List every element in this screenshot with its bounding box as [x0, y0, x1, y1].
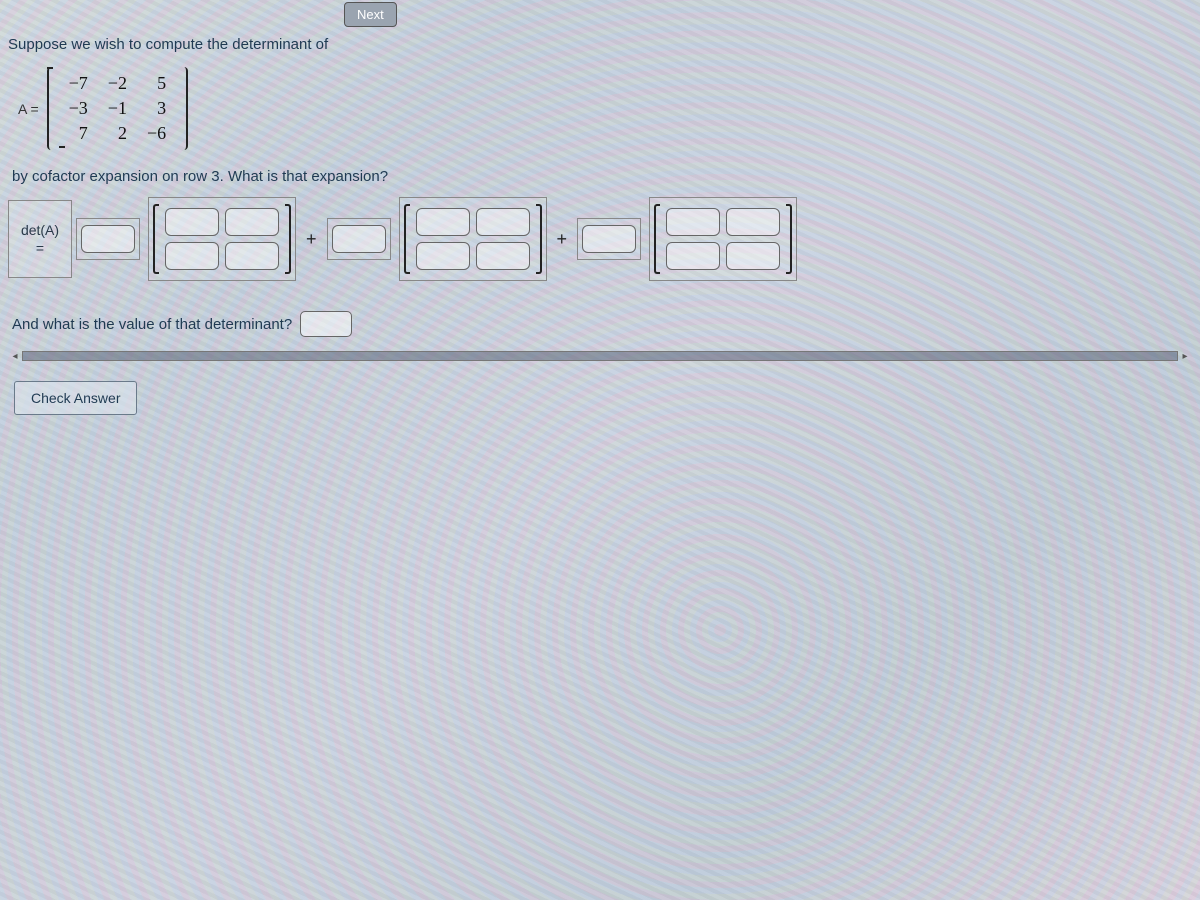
- term-1-minor: [148, 197, 296, 281]
- matrix-A: −7 −2 5 −3 −1 3 7 2 −6: [47, 67, 188, 150]
- det-label-text: det(A): [21, 222, 59, 238]
- scroll-track[interactable]: [22, 351, 1178, 361]
- term-3-minor-cell[interactable]: [726, 208, 780, 236]
- plus-sign: +: [551, 229, 574, 250]
- term-1-minor-cell[interactable]: [225, 242, 279, 270]
- matrix-definition: A = −7 −2 5 −3 −1 3 7 2 −6: [18, 67, 1192, 150]
- next-button[interactable]: Next: [344, 2, 397, 27]
- term-2-minor-cell[interactable]: [416, 242, 470, 270]
- term-3-scalar-input[interactable]: [582, 225, 636, 253]
- matrix-cell: −2: [98, 71, 137, 96]
- term-3-minor-cell[interactable]: [666, 242, 720, 270]
- scroll-left-icon[interactable]: ◂: [8, 349, 22, 363]
- matrix-cell: 7: [59, 121, 98, 146]
- horizontal-scrollbar[interactable]: ◂ ▸: [8, 349, 1192, 363]
- scroll-right-icon[interactable]: ▸: [1178, 349, 1192, 363]
- matrix-cell: −7: [59, 71, 98, 96]
- term-2-minor-cell[interactable]: [476, 242, 530, 270]
- determinant-value-input[interactable]: [300, 311, 352, 337]
- bracket-right-icon: [536, 204, 542, 274]
- matrix-cell: −1: [98, 96, 137, 121]
- term-3-minor-cell[interactable]: [726, 242, 780, 270]
- value-question: And what is the value of that determinan…: [12, 316, 292, 333]
- term-1-scalar-group: [76, 218, 140, 260]
- term-2-scalar-group: [327, 218, 391, 260]
- term-1-minor-cell[interactable]: [165, 208, 219, 236]
- cofactor-question: by cofactor expansion on row 3. What is …: [12, 168, 1192, 185]
- matrix-label: A =: [18, 101, 39, 117]
- term-1-minor-cell[interactable]: [165, 242, 219, 270]
- term-2-scalar-input[interactable]: [332, 225, 386, 253]
- matrix-cell: −3: [59, 96, 98, 121]
- plus-sign: +: [300, 229, 323, 250]
- term-2-minor-cell[interactable]: [416, 208, 470, 236]
- det-label: det(A) =: [8, 200, 72, 278]
- matrix-cell: −6: [137, 121, 176, 146]
- bracket-right-icon: [285, 204, 291, 274]
- term-3-minor: [649, 197, 797, 281]
- term-2-minor: [399, 197, 547, 281]
- term-3-scalar-group: [577, 218, 641, 260]
- term-3-minor-cell[interactable]: [666, 208, 720, 236]
- matrix-cell: 3: [137, 96, 176, 121]
- equals-sign: =: [15, 239, 65, 257]
- matrix-cell: 2: [98, 121, 137, 146]
- bracket-right-icon: [786, 204, 792, 274]
- term-1-minor-cell[interactable]: [225, 208, 279, 236]
- cofactor-expansion-row: det(A) = +: [8, 197, 1192, 281]
- matrix-cell: 5: [137, 71, 176, 96]
- problem-intro: Suppose we wish to compute the determina…: [8, 36, 1192, 53]
- term-2-minor-cell[interactable]: [476, 208, 530, 236]
- term-1-scalar-input[interactable]: [81, 225, 135, 253]
- check-answer-button[interactable]: Check Answer: [14, 381, 137, 415]
